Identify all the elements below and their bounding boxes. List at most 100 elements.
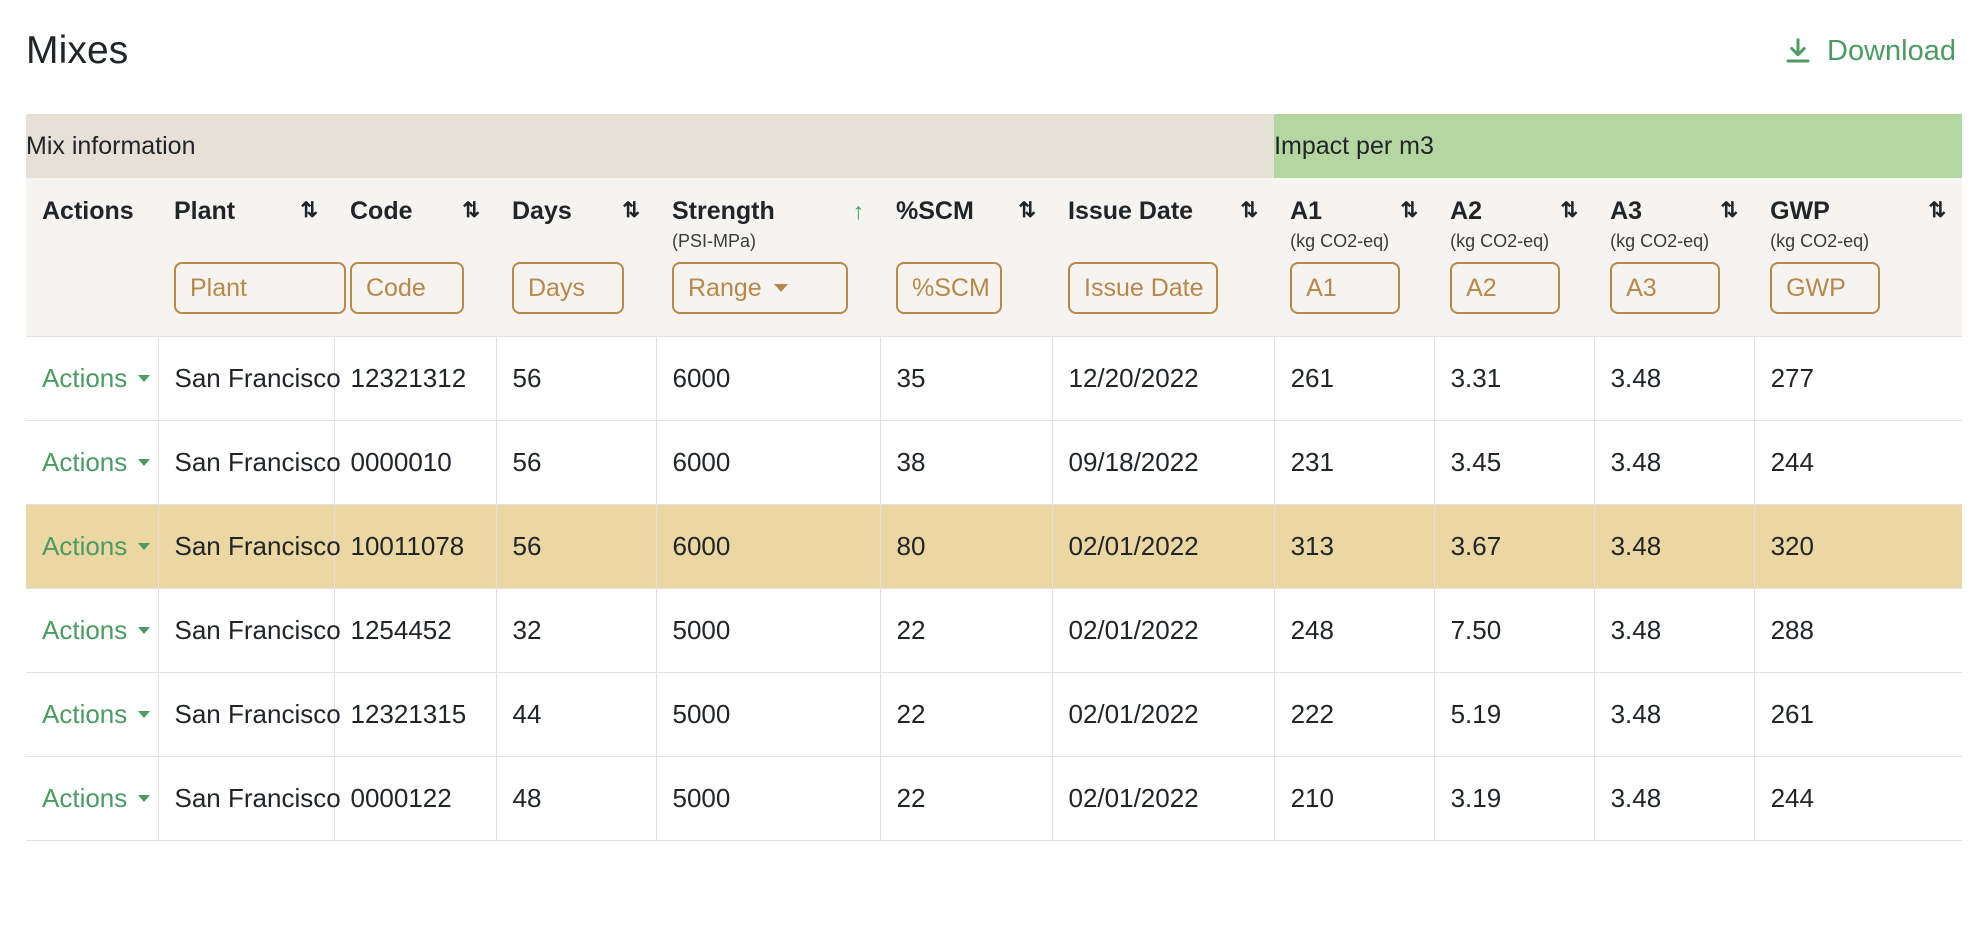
column-header-days[interactable]: Days ⇅ — [496, 178, 656, 259]
column-sublabel-gwp: (kg CO2-eq) — [1770, 230, 1870, 251]
sort-asc-icon-strength[interactable]: ↑ — [853, 196, 865, 223]
cell-strength: 6000 — [656, 504, 881, 589]
column-header-scm[interactable]: %SCM ⇅ — [880, 178, 1052, 259]
cell-a1: 248 — [1274, 588, 1435, 673]
sort-both-icon-a2[interactable]: ⇅ — [1560, 196, 1578, 221]
column-label-a3: A3 — [1610, 197, 1643, 225]
filter-strength-range-placeholder: Range — [688, 273, 762, 302]
filter-cell-days: Days — [496, 258, 656, 337]
cell-code: 0000010 — [334, 420, 497, 505]
cell-scm: 80 — [880, 504, 1053, 589]
actions-label: Actions — [42, 363, 128, 394]
cell-a2: 3.45 — [1434, 420, 1595, 505]
cell-a2: 3.31 — [1434, 336, 1595, 421]
filter-days-input[interactable]: Days — [512, 262, 624, 315]
sort-both-icon-issue-date[interactable]: ⇅ — [1240, 196, 1258, 221]
sort-both-icon-scm[interactable]: ⇅ — [1018, 196, 1036, 221]
table-row[interactable]: Actions San Francisco 0000010 56 6000 38 09/18… — [26, 420, 1963, 505]
column-header-a2[interactable]: A2 (kg CO2-eq) ⇅ — [1434, 178, 1595, 259]
filter-cell-gwp: GWP — [1754, 258, 1963, 337]
filter-code-input[interactable]: Code — [350, 262, 464, 315]
cell-plant: San Francisco — [158, 588, 341, 673]
column-header-plant[interactable]: Plant ⇅ — [158, 178, 334, 259]
filter-cell-code: Code — [334, 258, 496, 337]
cell-actions: Actions — [26, 336, 159, 421]
table-row[interactable]: Actions San Francisco 10011078 56 6000 80 02/0… — [26, 504, 1963, 589]
cell-plant: San Francisco — [158, 504, 341, 589]
download-label: Download — [1827, 34, 1956, 67]
cell-days: 56 — [496, 420, 657, 505]
filter-a1-input[interactable]: A1 — [1290, 262, 1401, 315]
filter-a3-input[interactable]: A3 — [1610, 262, 1721, 315]
cell-actions: Actions — [26, 504, 159, 589]
cell-strength: 5000 — [656, 588, 881, 673]
cell-days: 56 — [496, 504, 657, 589]
table-row[interactable]: Actions San Francisco 12321312 56 6000 35 12/2… — [26, 336, 1963, 421]
sort-both-icon-plant[interactable]: ⇅ — [300, 196, 318, 221]
filter-issue-date-placeholder: Issue Date — [1084, 273, 1204, 302]
sort-both-icon-code[interactable]: ⇅ — [462, 196, 480, 221]
cell-actions: Actions — [26, 588, 159, 673]
column-label-code: Code — [350, 197, 413, 225]
sort-both-icon-gwp[interactable]: ⇅ — [1929, 196, 1947, 221]
actions-dropdown-button[interactable]: Actions — [42, 531, 151, 562]
column-header-a1[interactable]: A1 (kg CO2-eq) ⇅ — [1274, 178, 1435, 259]
chevron-down-icon-actions — [138, 711, 151, 719]
cell-plant: San Francisco — [158, 420, 341, 505]
filter-gwp-input[interactable]: GWP — [1770, 262, 1881, 315]
filter-cell-actions — [26, 258, 158, 337]
sort-both-icon-a3[interactable]: ⇅ — [1720, 196, 1738, 221]
filter-a3-placeholder: A3 — [1626, 273, 1657, 302]
column-label-plant: Plant — [174, 197, 236, 225]
cell-strength: 5000 — [656, 672, 881, 757]
column-header-a3[interactable]: A3 (kg CO2-eq) ⇅ — [1594, 178, 1755, 259]
cell-scm: 35 — [880, 336, 1053, 421]
actions-dropdown-button[interactable]: Actions — [42, 783, 151, 814]
column-header-strength[interactable]: Strength (PSI-MPa) ↑ — [656, 178, 880, 259]
filter-cell-a2: A2 — [1434, 258, 1595, 337]
cell-issue: 02/01/2022 — [1052, 672, 1275, 757]
actions-label: Actions — [42, 447, 128, 478]
filter-a2-input[interactable]: A2 — [1450, 262, 1561, 315]
sort-both-icon-days[interactable]: ⇅ — [622, 196, 640, 221]
sort-both-icon-a1[interactable]: ⇅ — [1400, 196, 1418, 221]
table-row[interactable]: Actions San Francisco 12321315 44 5000 22 02/0… — [26, 672, 1963, 757]
cell-code: 0000122 — [334, 756, 497, 842]
table-row[interactable]: Actions San Francisco 0000122 48 5000 22 02/01… — [26, 756, 1963, 842]
column-sublabel-a2: (kg CO2-eq) — [1450, 230, 1550, 251]
column-header-code[interactable]: Code ⇅ — [334, 178, 496, 259]
cell-a1: 313 — [1274, 504, 1435, 589]
download-button[interactable]: Download — [1777, 31, 1962, 72]
filter-issue-date-input[interactable]: Issue Date — [1068, 262, 1218, 315]
cell-a3: 3.48 — [1594, 588, 1755, 673]
actions-dropdown-button[interactable]: Actions — [42, 363, 151, 394]
cell-scm: 22 — [880, 588, 1053, 673]
page-title: Mixes — [26, 28, 129, 72]
cell-code: 12321315 — [334, 672, 497, 757]
filter-a1-placeholder: A1 — [1306, 273, 1337, 302]
cell-days: 48 — [496, 756, 657, 842]
filter-scm-input[interactable]: %SCM — [896, 262, 1002, 315]
filter-plant-placeholder: Plant — [190, 273, 247, 302]
table-row[interactable]: Actions San Francisco 1254452 32 5000 22 02/01… — [26, 588, 1963, 673]
mixes-page: Mixes Download Mix information Impact pe… — [0, 0, 1988, 842]
cell-a3: 3.48 — [1594, 504, 1755, 589]
filter-days-placeholder: Days — [528, 273, 585, 302]
filter-plant-input[interactable]: Plant — [174, 262, 346, 315]
actions-dropdown-button[interactable]: Actions — [42, 447, 151, 478]
mixes-table: Mix information Impact per m3 Actions Pl… — [26, 114, 1963, 842]
cell-actions: Actions — [26, 420, 159, 505]
cell-days: 56 — [496, 336, 657, 421]
filter-strength-range-select[interactable]: Range — [672, 262, 848, 315]
cell-gwp: 320 — [1754, 504, 1963, 589]
cell-gwp: 244 — [1754, 756, 1963, 842]
cell-scm: 22 — [880, 672, 1053, 757]
actions-label: Actions — [42, 699, 128, 730]
cell-a1: 210 — [1274, 756, 1435, 842]
actions-dropdown-button[interactable]: Actions — [42, 699, 151, 730]
actions-dropdown-button[interactable]: Actions — [42, 615, 151, 646]
table-head: Mix information Impact per m3 Actions Pl… — [26, 114, 1963, 337]
filter-cell-strength: Range — [656, 258, 880, 337]
column-header-issue-date[interactable]: Issue Date ⇅ — [1052, 178, 1275, 259]
column-header-gwp[interactable]: GWP (kg CO2-eq) ⇅ — [1754, 178, 1963, 259]
